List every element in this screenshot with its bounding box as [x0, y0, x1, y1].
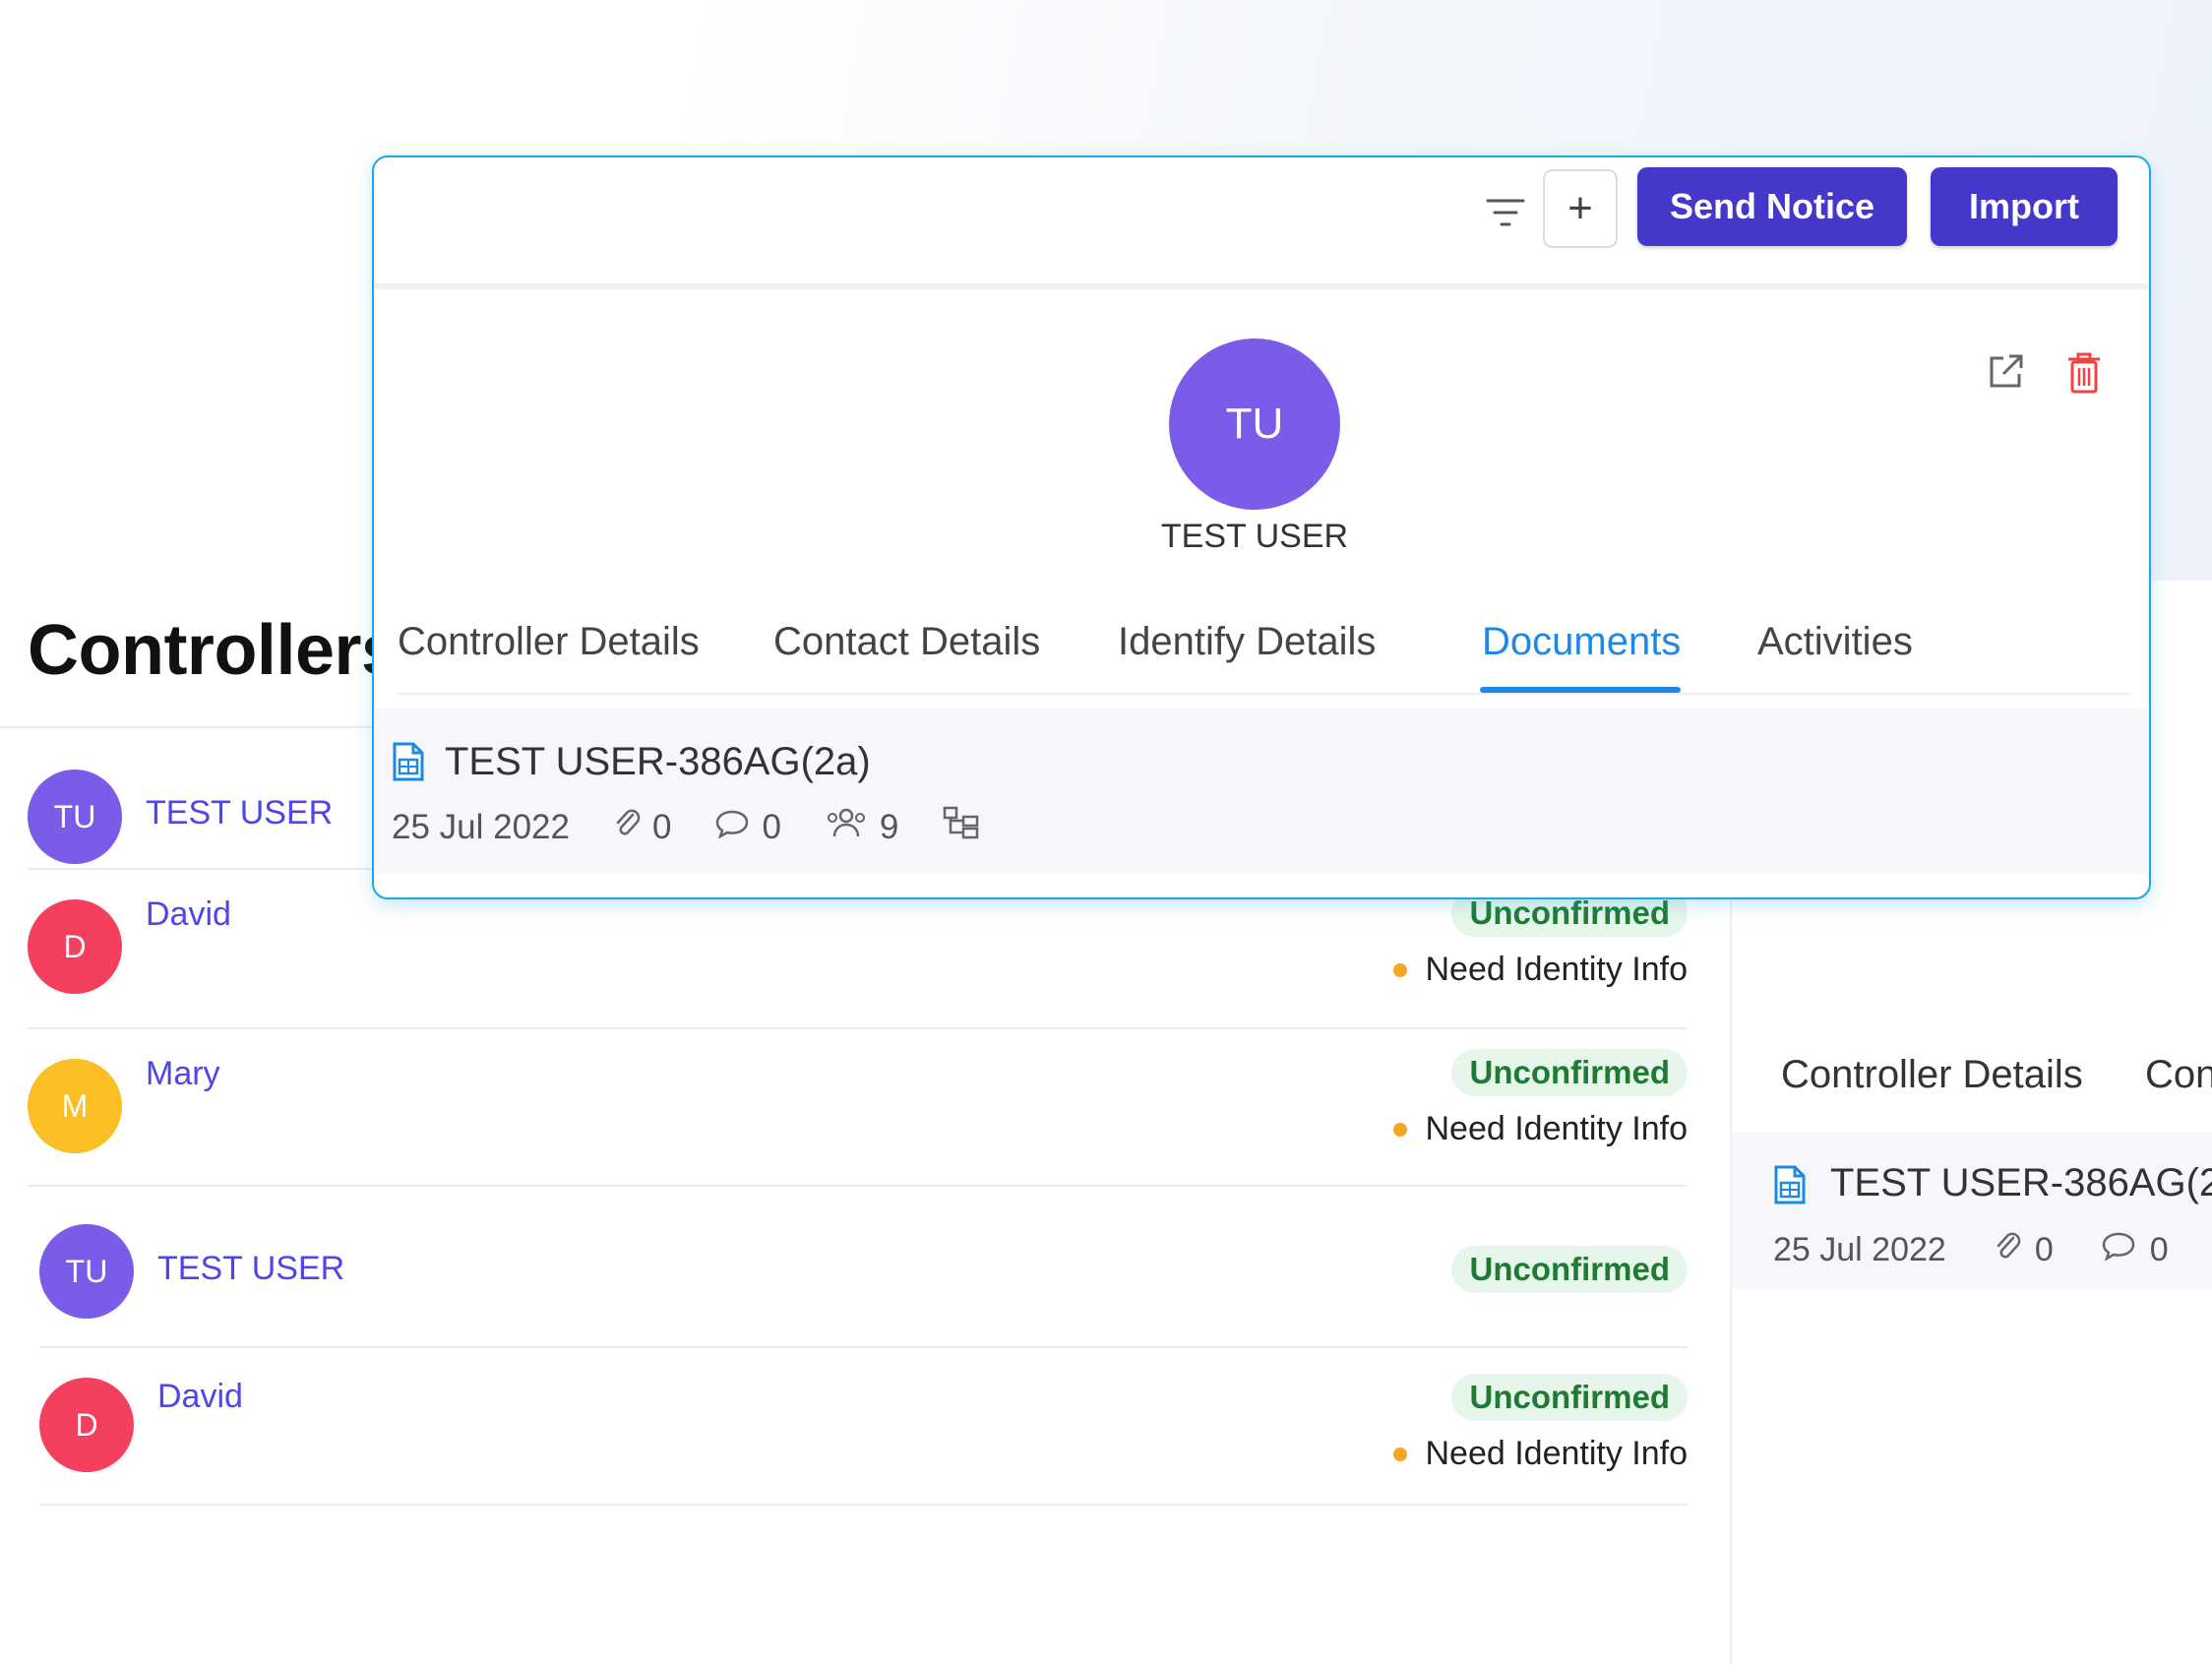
controller-name[interactable]: TEST USER — [146, 794, 333, 832]
document-date: 25 Jul 2022 — [392, 807, 570, 846]
list-item[interactable]: TU TEST USER Unconfirmed — [39, 1187, 1688, 1348]
list-item[interactable]: D David Unconfirmed Need Identity Info — [39, 1348, 1688, 1506]
filter-icon[interactable] — [1476, 185, 1535, 244]
comment-icon — [2101, 1231, 2136, 1269]
paperclip-icon — [613, 807, 641, 847]
status-dot — [1393, 1447, 1408, 1461]
status-dot — [1393, 1122, 1408, 1137]
avatar: D — [39, 1378, 134, 1472]
page-title: Controllers — [28, 611, 400, 690]
detail-tabs: Controller Details Contact Details Ident… — [398, 620, 2129, 695]
attachment-count: 0 — [651, 807, 672, 846]
controller-card: + Send Notice Import TU TEST USER Contro… — [372, 155, 2151, 899]
status-text: Need Identity Info — [1425, 1110, 1688, 1147]
avatar-initials: M — [61, 1087, 89, 1124]
tab-identify-details[interactable]: Identify Details — [1118, 620, 1376, 664]
document-meta: 25 Jul 2022 0 0 — [1773, 1230, 2212, 1270]
comment-count: 0 — [2149, 1231, 2169, 1268]
paperclip-icon — [1994, 1230, 2021, 1270]
tab-contact-details[interactable]: Contact Details — [773, 620, 1040, 664]
controller-name[interactable]: David — [157, 1378, 243, 1416]
comment-icon — [714, 808, 750, 847]
status-text: Need Identity Info — [1425, 1435, 1688, 1472]
list-item[interactable]: M Mary Unconfirmed Need Identity Info — [28, 1029, 1688, 1187]
tab-documents[interactable]: Documents — [1482, 620, 1681, 664]
avatar: TU — [39, 1224, 134, 1319]
row-divider — [39, 1504, 1688, 1506]
document-icon — [392, 742, 425, 786]
document-row[interactable]: TEST USER-386AG(2a) 25 Jul 2022 0 0 — [1732, 1132, 2212, 1289]
status-text: Need Identity Info — [1425, 951, 1688, 988]
status-badge: Unconfirmed — [1451, 1246, 1688, 1293]
avatar: M — [28, 1059, 122, 1153]
status-dot — [1393, 962, 1408, 977]
document-row[interactable]: TEST USER-386AG(2a) 25 Jul 2022 0 0 — [374, 709, 2149, 874]
active-tab-indicator — [1480, 687, 1681, 693]
document-date: 25 Jul 2022 — [1773, 1231, 1946, 1268]
comment-count: 0 — [762, 807, 781, 846]
controller-name[interactable]: Mary — [146, 1055, 220, 1093]
document-title[interactable]: TEST USER-386AG(2a) — [1830, 1161, 2212, 1205]
hierarchy-icon[interactable] — [942, 805, 981, 849]
tab-activities[interactable]: Activities — [1757, 620, 1913, 664]
tab-controller-details[interactable]: Controller Details — [1781, 1053, 2083, 1097]
document-meta: 25 Jul 2022 0 0 9 — [392, 805, 981, 849]
avatar-initials: TU — [65, 1253, 108, 1289]
status-badge: Unconfirmed — [1451, 1049, 1688, 1096]
avatar: TU — [28, 770, 122, 864]
import-button[interactable]: Import — [1931, 167, 2118, 246]
document-title[interactable]: TEST USER-386AG(2a) — [445, 740, 871, 784]
avatar: TU — [1169, 339, 1340, 510]
avatar-initials: D — [63, 928, 87, 964]
users-icon — [825, 807, 868, 847]
profile-name: TEST USER — [1160, 518, 1349, 555]
tab-contact-details[interactable]: Con — [2145, 1053, 2212, 1097]
avatar-initials: D — [75, 1406, 98, 1443]
avatar-initials: TU — [1225, 400, 1284, 448]
add-button[interactable]: + — [1543, 169, 1618, 248]
card-toolbar: + Send Notice Import — [374, 157, 2149, 283]
status-note: Need Identity Info — [1393, 951, 1688, 989]
toolbar-divider — [374, 283, 2149, 289]
document-icon — [1773, 1165, 1807, 1209]
trash-icon[interactable] — [2064, 350, 2104, 401]
avatar: D — [28, 899, 122, 994]
attachment-count: 0 — [2034, 1231, 2054, 1268]
tab-controller-details[interactable]: Controller Details — [398, 620, 700, 664]
controller-name[interactable]: David — [146, 895, 231, 934]
avatar-initials: TU — [53, 798, 96, 834]
status-note: Need Identity Info — [1393, 1110, 1688, 1148]
status-note: Need Identity Info — [1393, 1435, 1688, 1473]
member-count: 9 — [879, 807, 899, 846]
external-link-icon[interactable] — [1984, 350, 2027, 399]
controller-name[interactable]: TEST USER — [157, 1250, 344, 1288]
send-notice-button[interactable]: Send Notice — [1637, 167, 1907, 246]
status-badge: Unconfirmed — [1451, 1374, 1688, 1421]
